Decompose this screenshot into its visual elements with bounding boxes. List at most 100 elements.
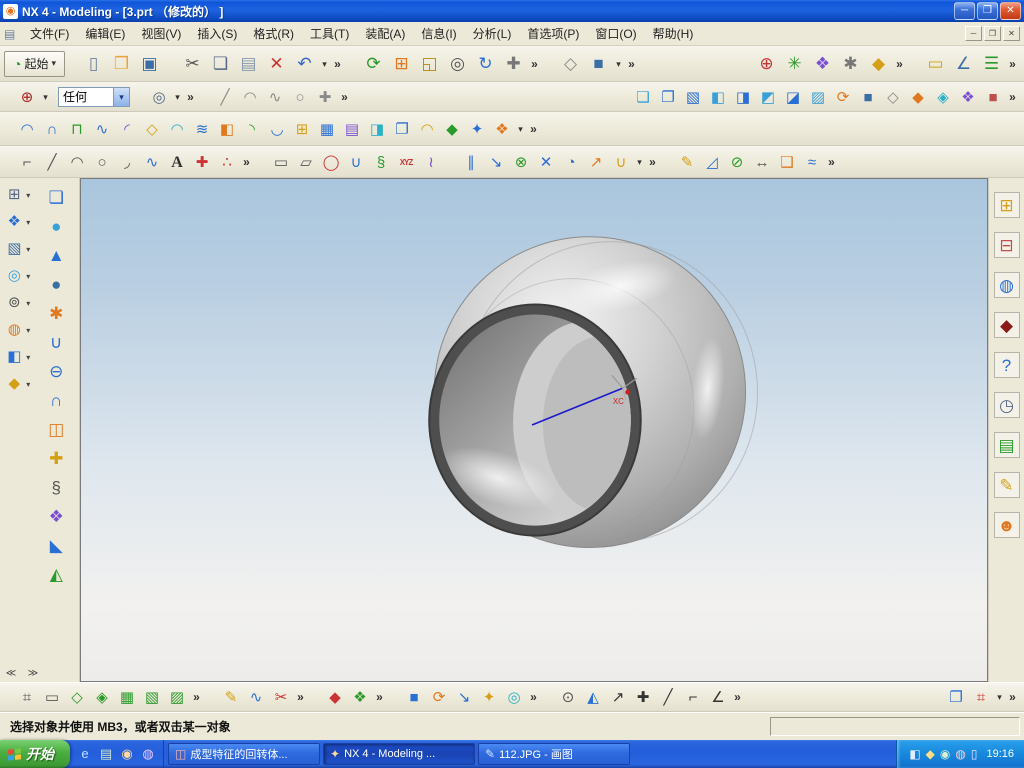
view-left-icon[interactable]: ◩: [756, 85, 780, 109]
help-icon[interactable]: ?: [993, 352, 1020, 378]
internet-explorer-icon[interactable]: e: [76, 745, 94, 763]
overflow-chevron[interactable]: »: [527, 685, 540, 709]
boss-icon[interactable]: ◍: [3, 319, 30, 341]
draft-icon[interactable]: ◭: [43, 561, 69, 587]
studio-spline-icon[interactable]: ✎: [219, 685, 243, 709]
datum-plane-icon[interactable]: ❖: [3, 211, 30, 233]
orient-view-icon[interactable]: ⊕: [753, 50, 780, 77]
combine-curve-icon[interactable]: ⊗: [509, 150, 533, 174]
overflow-chevron[interactable]: »: [190, 685, 203, 709]
through-curves-icon[interactable]: ∩: [40, 117, 64, 141]
menu-item[interactable]: 视图(V): [133, 22, 189, 45]
dropdown-arrow[interactable]: ▾: [613, 50, 624, 77]
overflow-chevron[interactable]: »: [646, 150, 659, 174]
bridge-surface-icon[interactable]: ◠: [165, 117, 189, 141]
slash-icon[interactable]: ╱: [656, 685, 680, 709]
cone-icon[interactable]: ▲: [43, 242, 69, 268]
section-curve-icon[interactable]: ◔: [559, 150, 583, 174]
pocket-icon[interactable]: ◧: [3, 346, 30, 368]
fillet-surface-icon[interactable]: ◠: [415, 117, 439, 141]
offset-surface-icon[interactable]: ≋: [190, 117, 214, 141]
menu-item[interactable]: 窗口(O): [587, 22, 644, 45]
point-icon[interactable]: ✚: [190, 150, 214, 174]
menu-item[interactable]: 编辑(E): [77, 22, 133, 45]
hole-icon[interactable]: ⊚: [3, 292, 30, 314]
swept-icon[interactable]: ∿: [90, 117, 114, 141]
open-icon[interactable]: ❒: [108, 50, 135, 77]
fillet-icon[interactable]: ◞: [115, 150, 139, 174]
info-window-icon[interactable]: ☰: [978, 50, 1005, 77]
selection-scope-icon[interactable]: ◎: [147, 85, 171, 109]
spline-snap-icon[interactable]: ∿: [263, 85, 287, 109]
update-icon[interactable]: ⟳: [427, 685, 451, 709]
soft-blend-icon[interactable]: ✦: [465, 117, 489, 141]
rotate-icon[interactable]: ↻: [472, 50, 499, 77]
preferences-icon[interactable]: ✱: [837, 50, 864, 77]
overflow-chevron[interactable]: »: [240, 150, 253, 174]
spline-icon[interactable]: ∿: [140, 150, 164, 174]
show-desktop-icon[interactable]: ▤: [97, 745, 115, 763]
overflow-chevron[interactable]: »: [625, 50, 638, 77]
move-face-icon[interactable]: ↘: [452, 685, 476, 709]
face-analysis-icon[interactable]: ◈: [931, 85, 955, 109]
view-top-icon[interactable]: ▧: [681, 85, 705, 109]
sew-icon[interactable]: ▦: [315, 117, 339, 141]
whole-assembly-icon[interactable]: ■: [981, 85, 1005, 109]
rectangle-icon[interactable]: ▭: [269, 150, 293, 174]
menu-item[interactable]: 首选项(P): [519, 22, 587, 45]
overflow-chevron[interactable]: »: [338, 85, 351, 109]
mdi-restore-button[interactable]: ❐: [984, 26, 1001, 41]
curve-length-icon[interactable]: ↔: [750, 150, 774, 174]
menu-item[interactable]: 装配(A): [357, 22, 413, 45]
web-browser-icon[interactable]: ◍: [993, 272, 1020, 298]
overflow-chevron[interactable]: »: [527, 117, 540, 141]
im-tray-icon[interactable]: ◍: [955, 747, 965, 761]
extract-curve-icon[interactable]: ↗: [584, 150, 608, 174]
snap-point-icon[interactable]: ⊕: [15, 85, 39, 109]
overflow-chevron[interactable]: »: [731, 685, 744, 709]
solid-tool-icon[interactable]: ■: [402, 685, 426, 709]
zoom-box-icon[interactable]: ◱: [416, 50, 443, 77]
undo-icon[interactable]: ↶: [291, 50, 318, 77]
point-set-icon[interactable]: ∴: [215, 150, 239, 174]
project-curve-icon[interactable]: ↘: [484, 150, 508, 174]
rotate-view-icon[interactable]: ⟳: [831, 85, 855, 109]
view-trimetric-icon[interactable]: ❏: [631, 85, 655, 109]
menu-item[interactable]: 分析(L): [465, 22, 520, 45]
close-button[interactable]: ✕: [1000, 2, 1021, 20]
point-snap-icon[interactable]: ✚: [313, 85, 337, 109]
circle-snap-icon[interactable]: ○: [288, 85, 312, 109]
menu-item[interactable]: 文件(F): [22, 22, 77, 45]
menu-item[interactable]: 信息(I): [413, 22, 464, 45]
wireframe-view-icon[interactable]: ◇: [881, 85, 905, 109]
datum-display-icon[interactable]: ❖: [809, 50, 836, 77]
user-defined-icon[interactable]: ✚: [43, 445, 69, 471]
view-front-icon[interactable]: ◧: [706, 85, 730, 109]
measure-icon[interactable]: ▭: [922, 50, 949, 77]
overflow-chevron[interactable]: »: [893, 50, 906, 77]
task-button-3[interactable]: ✎ 112.JPG - 画图: [478, 743, 630, 765]
curve-param-icon[interactable]: ❑: [775, 150, 799, 174]
locate-icon[interactable]: ◎: [502, 685, 526, 709]
subtract-icon[interactable]: ⊖: [43, 358, 69, 384]
zoom-icon[interactable]: ◎: [444, 50, 471, 77]
messenger-icon[interactable]: ◍: [139, 745, 157, 763]
shaded-view-icon[interactable]: ■: [856, 85, 880, 109]
divide-curve-icon[interactable]: ⊘: [725, 150, 749, 174]
wedge-tool-icon[interactable]: ◭: [581, 685, 605, 709]
shaded-icon[interactable]: ■: [585, 50, 612, 77]
assembly-navigator-icon[interactable]: ⊞: [993, 192, 1020, 218]
sheet-tool-icon[interactable]: ❐: [944, 685, 968, 709]
dropdown-arrow[interactable]: ▾: [40, 85, 51, 109]
scroll-right-icon[interactable]: ≫: [26, 666, 40, 680]
thread-icon[interactable]: §: [43, 474, 69, 500]
face-blend-icon[interactable]: ◆: [440, 117, 464, 141]
overflow-chevron[interactable]: »: [373, 685, 386, 709]
revolve-icon[interactable]: ◎: [3, 265, 30, 287]
trimmed-sheet-icon[interactable]: ◧: [215, 117, 239, 141]
refresh-icon[interactable]: ⟳: [360, 50, 387, 77]
cut-icon[interactable]: ✂: [179, 50, 206, 77]
thicken-icon[interactable]: ❐: [390, 117, 414, 141]
circle-tool-icon[interactable]: ⊙: [556, 685, 580, 709]
fit-view-icon[interactable]: ⊞: [388, 50, 415, 77]
